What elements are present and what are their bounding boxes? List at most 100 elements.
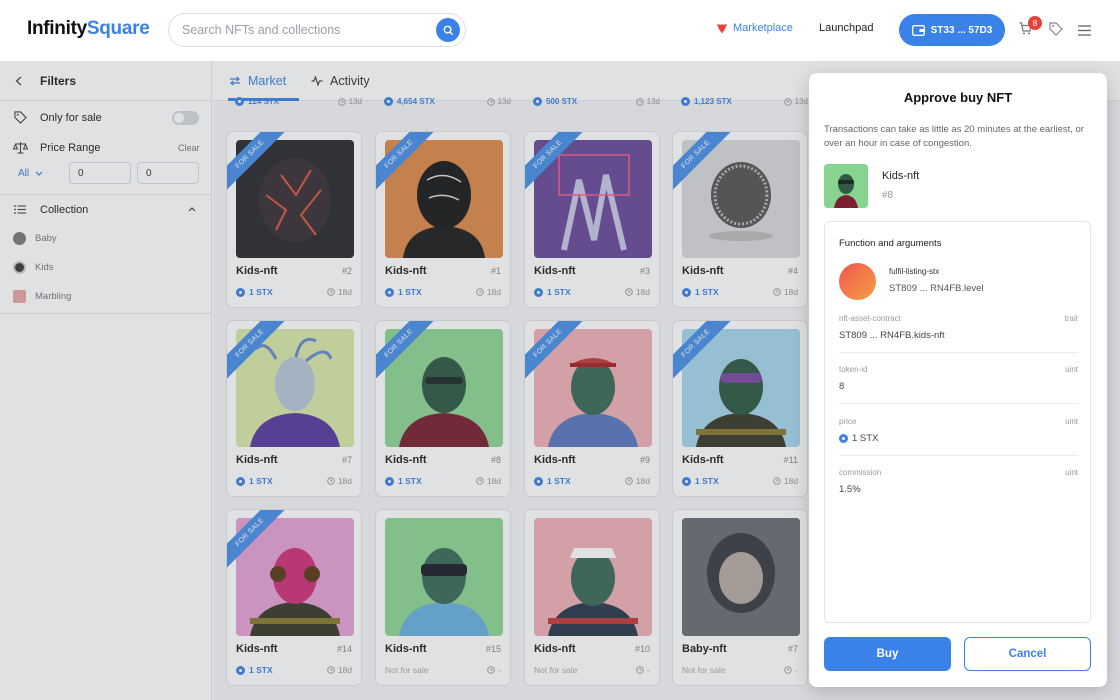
card-name: Kids-nft [236, 643, 278, 655]
search-button[interactable] [436, 18, 460, 42]
arg-value: 1 STX [839, 433, 878, 444]
stx-icon [236, 665, 245, 675]
nft-name: Kids-nft [882, 170, 920, 182]
nav-marketplace[interactable]: Marketplace [716, 22, 793, 34]
card-name: Kids-nft [385, 265, 427, 277]
card-age: 18d [773, 287, 798, 297]
card-age: 18d [327, 287, 352, 297]
card-name: Kids-nft [534, 643, 576, 655]
nft-card[interactable]: FOR SALE Kids-nft #8 1 STX 18d [375, 320, 511, 497]
card-name: Baby-nft [682, 643, 727, 655]
collection-item-kids[interactable]: Kids [13, 261, 53, 274]
tab-market-label: Market [248, 74, 287, 88]
collection-name: Baby [35, 233, 57, 244]
card-age: 13d [646, 97, 660, 106]
card-age: - [784, 665, 798, 675]
nft-card[interactable]: FOR SALE Kids-nft #14 1 STX 18d [226, 509, 362, 686]
clock-icon [327, 666, 335, 674]
collection-item-marbling[interactable]: Marbling [13, 290, 71, 303]
price-max-input[interactable]: 0 [137, 162, 199, 184]
card-name: Kids-nft [682, 265, 724, 277]
nft-card[interactable]: FOR SALE Kids-nft #7 1 STX 18d [226, 320, 362, 497]
nft-card[interactable]: FOR SALE Kids-nft #1 1 STX 18d [375, 131, 511, 308]
nft-card[interactable]: FOR SALE Kids-nft #11 1 STX 18d [672, 320, 808, 497]
tag-icon [1049, 22, 1063, 36]
arg-value-text: 1 STX [852, 433, 879, 444]
nft-card[interactable]: Baby-nft #7 Not for sale - [672, 509, 808, 686]
avatar [13, 261, 26, 274]
menu-button[interactable] [1078, 23, 1091, 41]
arg-type: uint [1065, 365, 1078, 374]
function-title: Function and arguments [839, 238, 942, 249]
card-price: 500 STX [546, 97, 578, 106]
cancel-button[interactable]: Cancel [964, 637, 1091, 671]
price-min-input[interactable]: 0 [69, 162, 131, 184]
card-price-text: 1 STX [398, 476, 422, 486]
nav-launchpad[interactable]: Launchpad [819, 22, 873, 34]
for-sale-ribbon-label: FOR SALE [376, 321, 438, 383]
card-name: Kids-nft [236, 454, 278, 466]
search-input[interactable]: Search NFTs and collections [168, 13, 466, 47]
arg-type: uint [1065, 417, 1078, 426]
card-number: #9 [639, 455, 650, 465]
nft-card[interactable]: FOR SALE Kids-nft #4 1 STX 18d [672, 131, 808, 308]
nft-image [682, 518, 800, 636]
card-age: 13d [348, 97, 362, 106]
card-age-text: 18d [486, 476, 501, 486]
card-price-text: 1 STX [695, 476, 719, 486]
tab-activity[interactable]: Activity [311, 74, 370, 88]
search-placeholder: Search NFTs and collections [182, 23, 341, 37]
stx-icon [236, 476, 245, 486]
card-price: 1 STX [236, 665, 273, 675]
clock-icon [635, 97, 644, 106]
tag-icon [14, 111, 27, 124]
contract-avatar [839, 263, 876, 300]
card-price: 1 STX [534, 476, 571, 486]
clock-icon [783, 97, 792, 106]
chevron-up-icon[interactable] [188, 207, 196, 212]
currency-select[interactable]: All [18, 168, 43, 179]
card-number: #8 [490, 455, 501, 465]
activity-icon [311, 76, 323, 86]
stx-icon [682, 476, 691, 486]
for-sale-ribbon: FOR SALE [227, 321, 289, 383]
nft-card[interactable]: Kids-nft #15 Not for sale - [375, 509, 511, 686]
price-range-row: Price Range Clear [0, 140, 212, 156]
clock-icon [487, 666, 495, 674]
filters-title: Filters [40, 74, 77, 88]
card-age: 18d [476, 476, 501, 486]
nft-card[interactable]: FOR SALE Kids-nft #2 1 STX 18d [226, 131, 362, 308]
clock-icon [327, 477, 335, 485]
card-price: 1 STX [236, 287, 273, 297]
card-price-text: 1 STX [695, 287, 719, 297]
clear-price-button[interactable]: Clear [178, 143, 200, 153]
brand-logo[interactable]: InfinitySquare [27, 18, 150, 40]
nft-card[interactable]: Kids-nft #10 Not for sale - [524, 509, 660, 686]
for-sale-ribbon: FOR SALE [673, 132, 735, 194]
arg-token-id: token-id uint 8 [839, 365, 1078, 405]
nft-card[interactable]: FOR SALE Kids-nft #9 1 STX 18d [524, 320, 660, 497]
chevron-down-icon [35, 171, 43, 176]
function-contract: ST809 ... RN4FB.level [889, 283, 984, 294]
collection-item-baby[interactable]: Baby [13, 232, 57, 245]
for-sale-ribbon-label: FOR SALE [673, 321, 735, 383]
card-number: #3 [639, 266, 650, 276]
offers-button[interactable] [1049, 22, 1063, 41]
wallet-button[interactable]: ST33 ... 57D3 [899, 14, 1005, 46]
wallet-address: ST33 ... 57D3 [930, 24, 993, 36]
arg-nft-asset-contract: nft-asset-contract trait ST809 ... RN4FB… [839, 314, 1078, 354]
card-age-text: 18d [635, 287, 650, 297]
chevron-left-icon[interactable] [15, 76, 22, 86]
tab-market[interactable]: Market [229, 74, 286, 88]
buy-button[interactable]: Buy [824, 637, 951, 671]
card-name: Kids-nft [385, 454, 427, 466]
arg-label: nft-asset-contract [839, 314, 901, 323]
for-sale-ribbon-label: FOR SALE [227, 321, 289, 383]
nft-card[interactable]: FOR SALE Kids-nft #3 1 STX 18d [524, 131, 660, 308]
card-price-text: 1 STX [398, 287, 422, 297]
collection-header[interactable]: Collection [0, 202, 212, 218]
list-icon [14, 205, 26, 214]
currency-value: All [18, 168, 30, 179]
only-for-sale-toggle[interactable] [172, 111, 199, 125]
stx-icon [533, 97, 542, 106]
